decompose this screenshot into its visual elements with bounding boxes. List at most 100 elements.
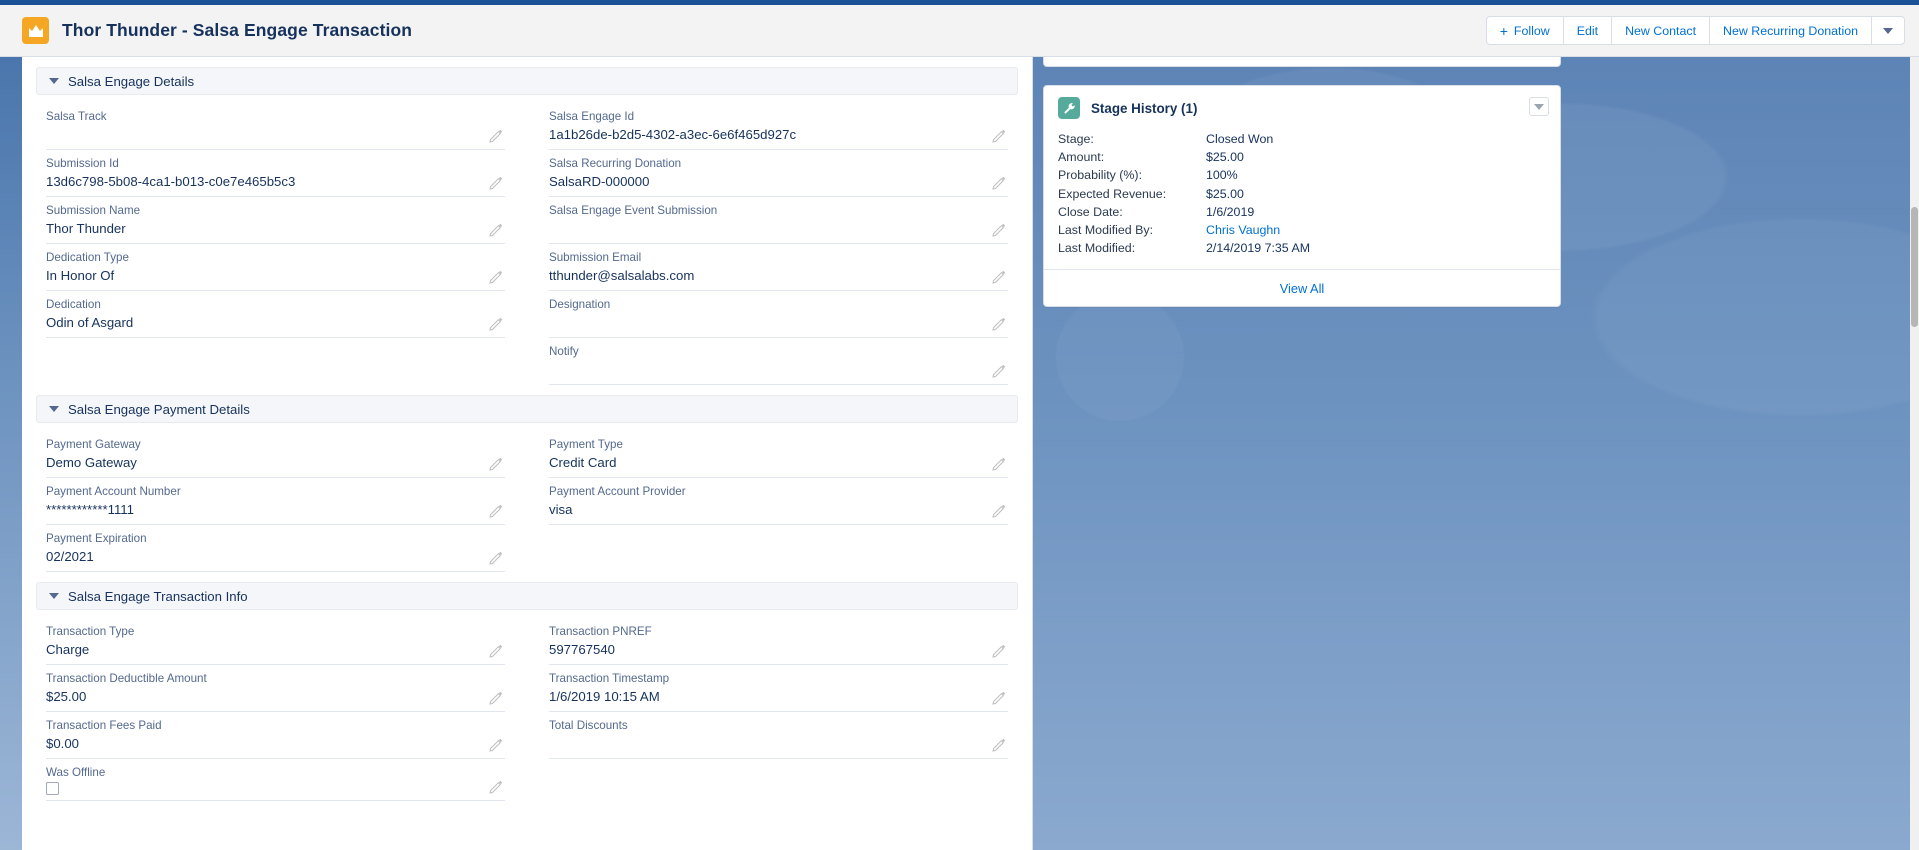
field-salsa-recurring-donation[interactable]: Salsa Recurring Donation SalsaRD-000000 xyxy=(549,150,1008,197)
section-header-salsa-engage-payment-details[interactable]: Salsa Engage Payment Details xyxy=(36,395,1018,423)
edit-pencil-icon[interactable] xyxy=(992,223,1006,237)
fields-column-left: Salsa Track Submission Id 13d6c798-5b08-4c… xyxy=(46,103,505,385)
view-all-link[interactable]: View All xyxy=(1280,281,1325,296)
field-notify[interactable]: Notify xyxy=(549,338,1008,385)
edit-pencil-icon[interactable] xyxy=(992,738,1006,752)
edit-pencil-icon[interactable] xyxy=(992,270,1006,284)
field-designation[interactable]: Designation xyxy=(549,291,1008,338)
field-label: Dedication Type xyxy=(46,251,129,264)
field-payment-account-number[interactable]: Payment Account Number ************1111 xyxy=(46,478,505,525)
field-payment-type[interactable]: Payment Type Credit Card xyxy=(549,431,1008,478)
stage-history-row: Last Modified By: Chris Vaughn xyxy=(1058,221,1546,239)
field-value: 1/6/2019 10:15 AM xyxy=(549,689,660,704)
field-label: Payment Account Number xyxy=(46,485,181,498)
edit-pencil-icon[interactable] xyxy=(489,270,503,284)
edit-pencil-icon[interactable] xyxy=(489,780,503,794)
main-scrollbar-track[interactable] xyxy=(1910,57,1919,850)
stage-history-row: Probability (%): 100% xyxy=(1058,166,1546,184)
field-label: Salsa Engage Id xyxy=(549,110,635,123)
field-transaction-deductible-amount[interactable]: Transaction Deductible Amount $25.00 xyxy=(46,665,505,712)
partial-card-above xyxy=(1043,57,1561,67)
field-value-link[interactable]: SalsaRD-000000 xyxy=(549,174,649,189)
chevron-down-icon xyxy=(1883,27,1893,34)
section-fields-grid: Salsa Track Submission Id 13d6c798-5b08-4c… xyxy=(36,97,1018,395)
field-value xyxy=(549,735,982,753)
new-contact-button[interactable]: New Contact xyxy=(1611,16,1711,45)
field-label: Transaction Deductible Amount xyxy=(46,672,207,685)
field-label: Notify xyxy=(549,345,579,358)
field-transaction-fees-paid[interactable]: Transaction Fees Paid $0.00 xyxy=(46,712,505,759)
edit-pencil-icon[interactable] xyxy=(489,176,503,190)
section-header-salsa-engage-transaction-info[interactable]: Salsa Engage Transaction Info xyxy=(36,582,1018,610)
stage-history-card: Stage History (1) Stage: Closed Won Amount… xyxy=(1043,85,1561,308)
field-payment-account-provider[interactable]: Payment Account Provider visa xyxy=(549,478,1008,525)
field-transaction-timestamp[interactable]: Transaction Timestamp 1/6/2019 10:15 AM xyxy=(549,665,1008,712)
stage-history-row: Stage: Closed Won xyxy=(1058,130,1546,148)
field-salsa-engage-event-submission[interactable]: Salsa Engage Event Submission xyxy=(549,197,1008,244)
field-submission-email[interactable]: Submission Email tthunder@salsalabs.com xyxy=(549,244,1008,291)
edit-pencil-icon[interactable] xyxy=(489,691,503,705)
field-label: Payment Type xyxy=(549,438,623,451)
left-background-strip xyxy=(0,57,22,850)
sections-container: Salsa Engage Details Salsa Track Submissio… xyxy=(22,57,1032,811)
edit-pencil-icon[interactable] xyxy=(489,551,503,565)
field-payment-gateway[interactable]: Payment Gateway Demo Gateway xyxy=(46,431,505,478)
field-label: Payment Expiration xyxy=(46,532,147,545)
fields-column-right: Payment Type Credit Card Payment Account P… xyxy=(549,431,1008,572)
chevron-down-icon xyxy=(49,406,59,412)
edit-pencil-icon[interactable] xyxy=(489,317,503,331)
section-title: Salsa Engage Details xyxy=(68,73,195,89)
stage-history-key: Last Modified: xyxy=(1058,241,1136,256)
right-sidebar: Stage History (1) Stage: Closed Won Amount… xyxy=(1033,57,1919,850)
stage-history-header: Stage History (1) xyxy=(1044,86,1560,128)
stage-history-value[interactable]: Chris Vaughn xyxy=(1206,222,1280,238)
field-value xyxy=(549,220,982,238)
new-recurring-donation-button[interactable]: New Recurring Donation xyxy=(1709,16,1872,45)
field-transaction-type[interactable]: Transaction Type Charge xyxy=(46,618,505,665)
stage-history-row: Amount: $25.00 xyxy=(1058,148,1546,166)
field-dedication[interactable]: Dedication Odin of Asgard xyxy=(46,291,505,338)
field-dedication-type[interactable]: Dedication Type In Honor Of xyxy=(46,244,505,291)
field-payment-expiration[interactable]: Payment Expiration 02/2021 xyxy=(46,525,505,572)
field-value: Odin of Asgard xyxy=(46,315,134,330)
field-salsa-track[interactable]: Salsa Track xyxy=(46,103,505,150)
field-submission-name[interactable]: Submission Name Thor Thunder xyxy=(46,197,505,244)
field-was-offline[interactable]: Was Offline xyxy=(46,759,505,801)
edit-pencil-icon[interactable] xyxy=(992,691,1006,705)
page-title: Thor Thunder - Salsa Engage Transaction xyxy=(62,20,413,40)
field-total-discounts[interactable]: Total Discounts xyxy=(549,712,1008,759)
field-label: Transaction PNREF xyxy=(549,625,652,638)
field-submission-id[interactable]: Submission Id 13d6c798-5b08-4ca1-b013-c0e… xyxy=(46,150,505,197)
field-transaction-pnref[interactable]: Transaction PNREF 597767540 xyxy=(549,618,1008,665)
stage-history-title: Stage History (1) xyxy=(1091,100,1198,116)
edit-pencil-icon[interactable] xyxy=(489,644,503,658)
main-scrollbar-thumb[interactable] xyxy=(1911,207,1918,327)
edit-pencil-icon[interactable] xyxy=(489,738,503,752)
edit-pencil-icon[interactable] xyxy=(992,364,1006,378)
section-title: Salsa Engage Transaction Info xyxy=(68,588,248,604)
stage-history-key: Amount: xyxy=(1058,150,1105,165)
more-actions-button[interactable] xyxy=(1871,16,1905,45)
stage-history-menu-button[interactable] xyxy=(1529,97,1549,116)
edit-pencil-icon[interactable] xyxy=(992,504,1006,518)
section-header-salsa-engage-details[interactable]: Salsa Engage Details xyxy=(36,67,1018,95)
field-value: Charge xyxy=(46,642,90,657)
edit-pencil-icon[interactable] xyxy=(992,129,1006,143)
edit-pencil-icon[interactable] xyxy=(992,176,1006,190)
edit-pencil-icon[interactable] xyxy=(489,504,503,518)
field-value: 1a1b26de-b2d5-4302-a3ec-6e6f465d927c xyxy=(549,127,797,142)
follow-button[interactable]: + Follow xyxy=(1485,16,1564,45)
edit-pencil-icon[interactable] xyxy=(489,129,503,143)
edit-pencil-icon[interactable] xyxy=(992,317,1006,331)
stage-history-row: Close Date: 1/6/2019 xyxy=(1058,203,1546,221)
was-offline-checkbox[interactable] xyxy=(46,782,59,795)
field-value: 13d6c798-5b08-4ca1-b013-c0e7e465b5c3 xyxy=(46,174,296,189)
edit-pencil-icon[interactable] xyxy=(489,223,503,237)
field-salsa-engage-id[interactable]: Salsa Engage Id 1a1b26de-b2d5-4302-a3ec-6… xyxy=(549,103,1008,150)
field-value: 02/2021 xyxy=(46,549,94,564)
edit-pencil-icon[interactable] xyxy=(992,457,1006,471)
edit-button[interactable]: Edit xyxy=(1562,16,1613,45)
edit-pencil-icon[interactable] xyxy=(992,644,1006,658)
edit-pencil-icon[interactable] xyxy=(489,457,503,471)
crown-icon xyxy=(22,17,49,44)
